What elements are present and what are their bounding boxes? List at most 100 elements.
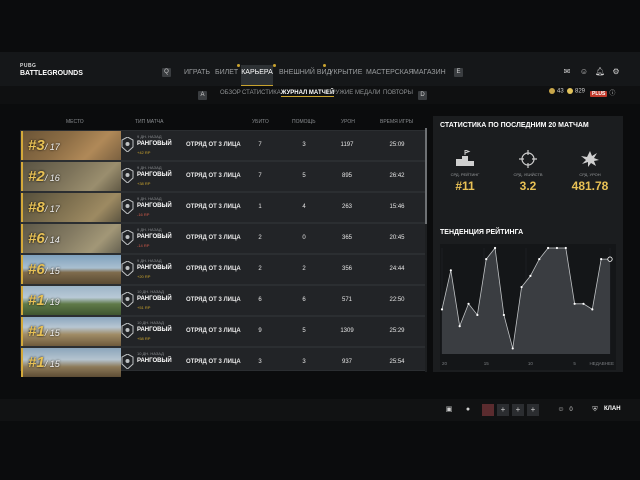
placement: #1/ 19 [28,292,60,309]
match-row[interactable]: #2/ 16 9 ДН. НАЗАД РАНГОВЫЙ +38 RP ОТРЯД ОТ … [20,161,426,192]
match-row[interactable]: #8/ 17 9 ДН. НАЗАД РАНГОВЫЙ -16 RP ОТРЯД ОТ … [20,192,426,223]
match-row[interactable]: #1/ 15 10 ДН. НАЗАД РАНГОВЫЙ +58 RP ОТРЯД ОТ… [20,316,426,347]
subtab-overview[interactable]: ОБЗОР [220,90,241,96]
friends-icon[interactable]: ☺ [579,67,589,77]
assists-value: 6 [302,297,306,303]
rp-change: +20 RP [137,274,151,279]
kills-value: 9 [258,328,262,334]
col-damage: УРОН [341,119,355,125]
globe-icon[interactable]: ● [463,405,473,415]
match-squad-type: ОТРЯД ОТ 3 ЛИЦА [186,204,241,210]
subtab-weapons[interactable]: ОРУЖИЕ [327,90,353,96]
placement: #1/ 15 [28,354,60,371]
stats-title: СТАТИСТИКА ПО ПОСЛЕДНИМ 20 МАТЧАМ [440,122,589,129]
rank-trend-point[interactable] [511,347,514,350]
match-list-scrollbar[interactable] [425,128,427,372]
rank-trend-point[interactable] [564,246,567,250]
match-mode: РАНГОВЫЙ [137,265,172,271]
match-row[interactable]: #1/ 19 10 ДН. НАЗАД РАНГОВЫЙ +51 RP ОТРЯД ОТ… [20,285,426,316]
x-tick-label: НЕДАВНЕЕ [589,361,614,366]
tab-shelter[interactable]: УКРЫТИЕ [329,65,362,85]
friends-list-icon[interactable]: ☺ [556,405,566,415]
tab-career[interactable]: КАРЬЕРА [241,64,276,87]
gear-icon[interactable]: ⚙ [611,67,621,77]
tab-ticket[interactable]: БИЛЕТ [215,64,240,85]
rank-trend-point[interactable] [458,325,461,328]
party-slot-add[interactable]: + [497,404,509,416]
notification-dot [323,64,326,67]
avg-damage-stat: СРД. УРОН 481.78 [565,150,615,193]
rank-trend-point[interactable] [538,258,541,261]
x-tick-label: 10 [528,361,534,366]
rank-trend-point[interactable] [502,313,505,317]
subtab-statistics[interactable]: СТАТИСТИКА [242,90,281,96]
rank-trend-point[interactable] [591,308,594,311]
damage-value: 1309 [340,328,354,334]
map-thumbnail: #1/ 15 [21,317,121,346]
placement: #2/ 16 [28,168,60,185]
rank-badge-icon [121,168,134,183]
bell-icon[interactable]: 🔔︎ [595,67,605,77]
subtab-medals[interactable]: МЕДАЛИ [355,90,380,96]
rank-trend-svg: 20 15 10 5 НЕДАВНЕЕ [440,246,614,366]
rank-trend-point[interactable] [582,302,585,305]
match-age: 9 ДН. НАЗАД [137,227,162,232]
avg-kills-value: 3.2 [519,179,537,193]
tab-appearance[interactable]: ВНЕШНИЙ ВИД [279,64,331,85]
match-age: 10 ДН. НАЗАД [137,320,164,325]
place-number: #1 [28,323,45,340]
tab-shop[interactable]: МАГАЗИН [413,65,446,85]
mail-icon[interactable]: ✉ [562,67,572,77]
rank-trend-point[interactable] [529,274,532,277]
x-tick-label: 15 [484,361,490,366]
logo-top-text: PUBG [20,63,37,69]
match-age: 10 ДН. НАЗАД [137,351,164,356]
rank-trend-point[interactable] [607,256,613,262]
rank-trend-point[interactable] [555,246,559,250]
damage-value: 571 [341,297,352,303]
scrollbar-thumb[interactable] [425,128,427,224]
nav-next-key[interactable]: E [454,68,463,77]
party-slot-self[interactable] [482,404,494,416]
party-slot-add[interactable]: + [527,404,539,416]
place-total: / 15 [44,328,60,338]
avg-rank-stat: СРД. РЕЙТИНГ #11 [440,149,490,193]
match-row[interactable]: #6/ 14 9 ДН. НАЗАД РАНГОВЫЙ -14 RP ОТРЯД ОТ … [20,223,426,254]
match-row[interactable]: #1/ 15 10 ДН. НАЗАД РАНГОВЫЙ ОТРЯД ОТ 3 ЛИЦ… [20,347,426,377]
time-value: 25:54 [389,359,405,365]
nav-prev-key[interactable]: Q [162,68,171,77]
rank-trend-point[interactable] [520,285,523,289]
rank-trend-point[interactable] [493,246,497,250]
clan-button[interactable]: КЛАН [604,406,621,412]
rp-change: -16 RP [137,212,150,217]
tab-play[interactable]: ИГРАТЬ [184,65,210,85]
subnav-prev-key[interactable]: A [198,91,207,100]
rank-trend-point[interactable] [573,302,576,305]
match-row[interactable]: #3/ 17 9 ДН. НАЗАД РАНГОВЫЙ +42 RP ОТРЯД ОТ … [20,130,426,161]
rank-trend-point[interactable] [476,313,479,317]
rank-trend-point[interactable] [485,258,488,261]
rank-trend-point[interactable] [547,246,550,250]
rank-trend-point[interactable] [467,302,470,305]
subtab-replays[interactable]: ПОВТОРЫ [383,90,413,96]
rank-trend-point[interactable] [449,269,452,272]
match-row[interactable]: #6/ 15 9 ДН. НАЗАД РАНГОВЫЙ +20 RP ОТРЯД ОТ … [20,254,426,285]
rank-badge-icon [121,199,134,214]
place-number: #8 [28,199,45,216]
plus-status[interactable]: PLUS ⓘ [590,88,615,97]
party-slot-add[interactable]: + [512,404,524,416]
screenshot-icon[interactable]: ▣ [444,405,454,415]
tab-workshop[interactable]: МАСТЕРСКАЯ [366,65,414,85]
clan-icon[interactable]: ⛨ [590,405,600,415]
bp-icon [549,88,555,94]
assists-value: 5 [302,328,306,334]
damage-value: 263 [341,204,352,210]
rank-trend-point[interactable] [440,308,444,311]
avg-rank-value: #11 [455,179,475,193]
kills-value: 6 [258,297,262,303]
avg-kills-label: СРД. УБИЙСТВ [513,172,543,177]
rank-badge-icon [121,230,134,245]
subnav-next-key[interactable]: D [418,91,427,100]
place-total: / 17 [44,204,60,214]
rank-trend-point[interactable] [600,258,603,261]
